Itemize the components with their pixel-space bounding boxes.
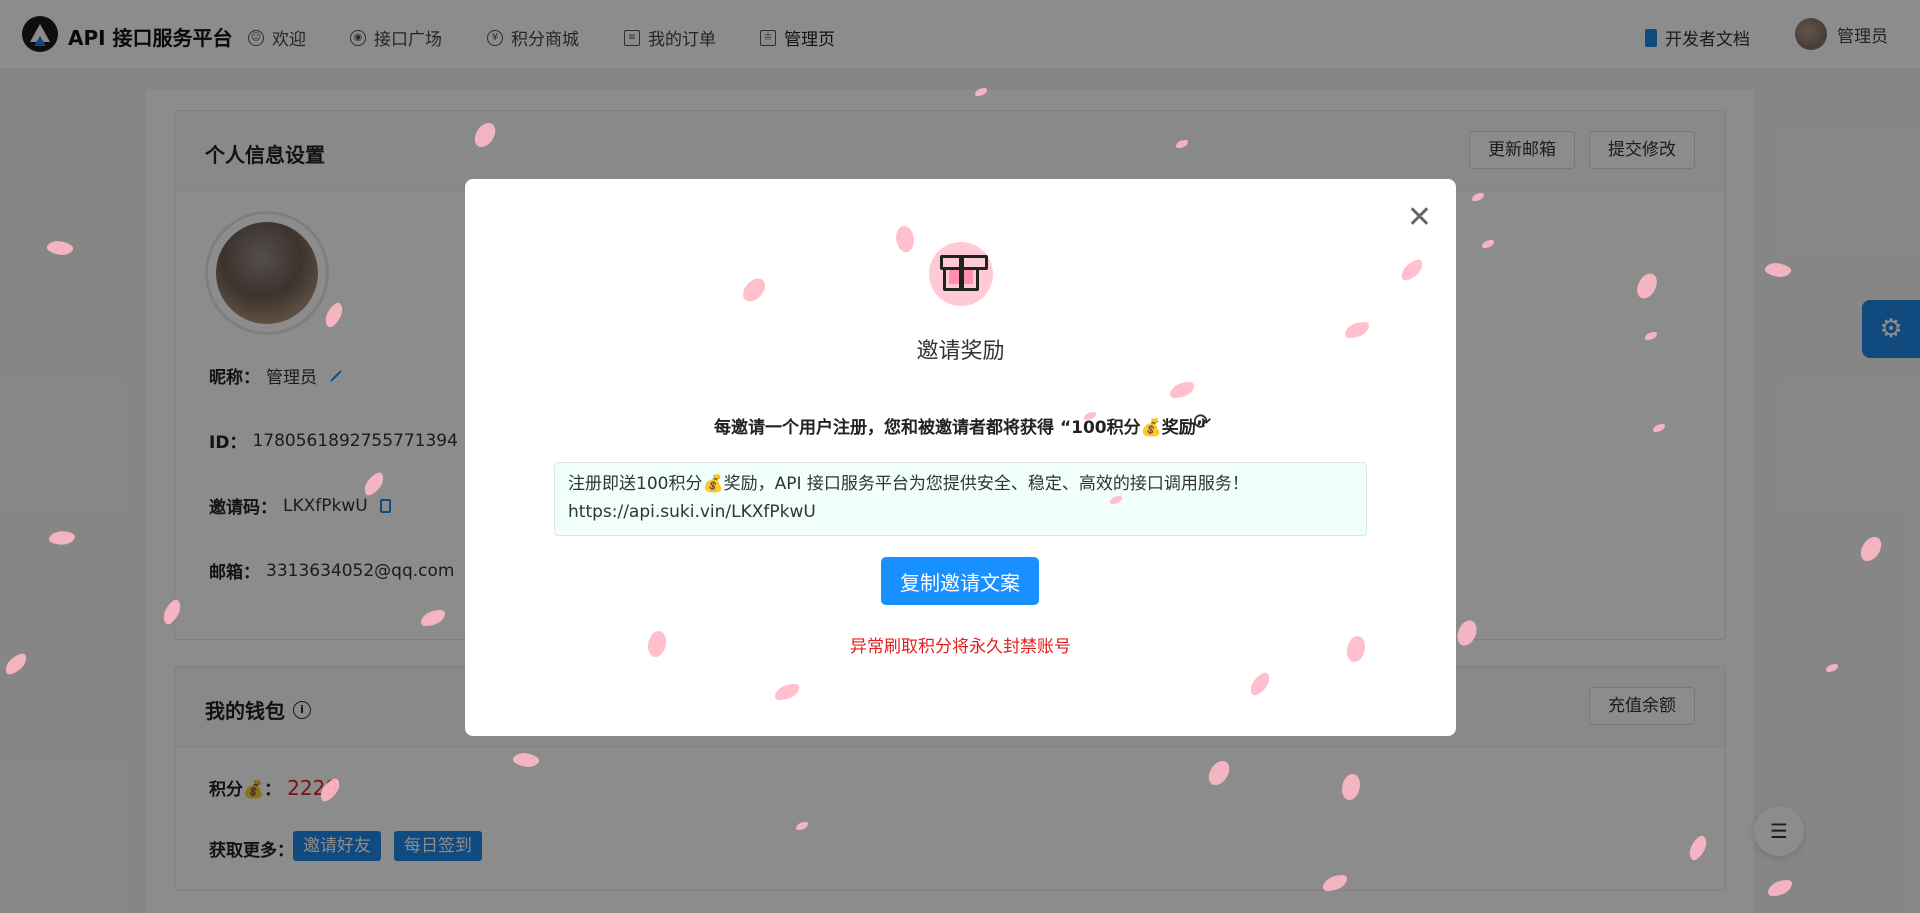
close-icon[interactable]: ✕ xyxy=(1407,203,1432,233)
abuse-warning: 异常刷取积分将永久封禁账号 xyxy=(850,637,1071,657)
refresh-icon[interactable]: ⟳ xyxy=(1193,410,1211,435)
copy-text-line1: 注册即送100积分💰奖励，API 接口服务平台为您提供安全、稳定、高效的接口调用… xyxy=(568,474,1249,494)
gift-icon xyxy=(929,242,993,306)
invite-reward-modal: ✕ 邀请奖励 每邀请一个用户注册，您和被邀请者都将获得 “100积分💰奖励” ⟳… xyxy=(465,179,1456,736)
gift-fill xyxy=(949,270,973,284)
copy-text-line2: https://api.suki.vin/LKXfPkwU xyxy=(568,502,816,522)
gift-box xyxy=(940,255,988,291)
invite-description: 每邀请一个用户注册，您和被邀请者都将获得 “100积分💰奖励” xyxy=(714,418,1207,438)
modal-title: 邀请奖励 xyxy=(916,339,1005,364)
copy-invite-button[interactable]: 复制邀请文案 xyxy=(881,557,1039,605)
invite-copy-text[interactable]: 注册即送100积分💰奖励，API 接口服务平台为您提供安全、稳定、高效的接口调用… xyxy=(554,462,1367,536)
